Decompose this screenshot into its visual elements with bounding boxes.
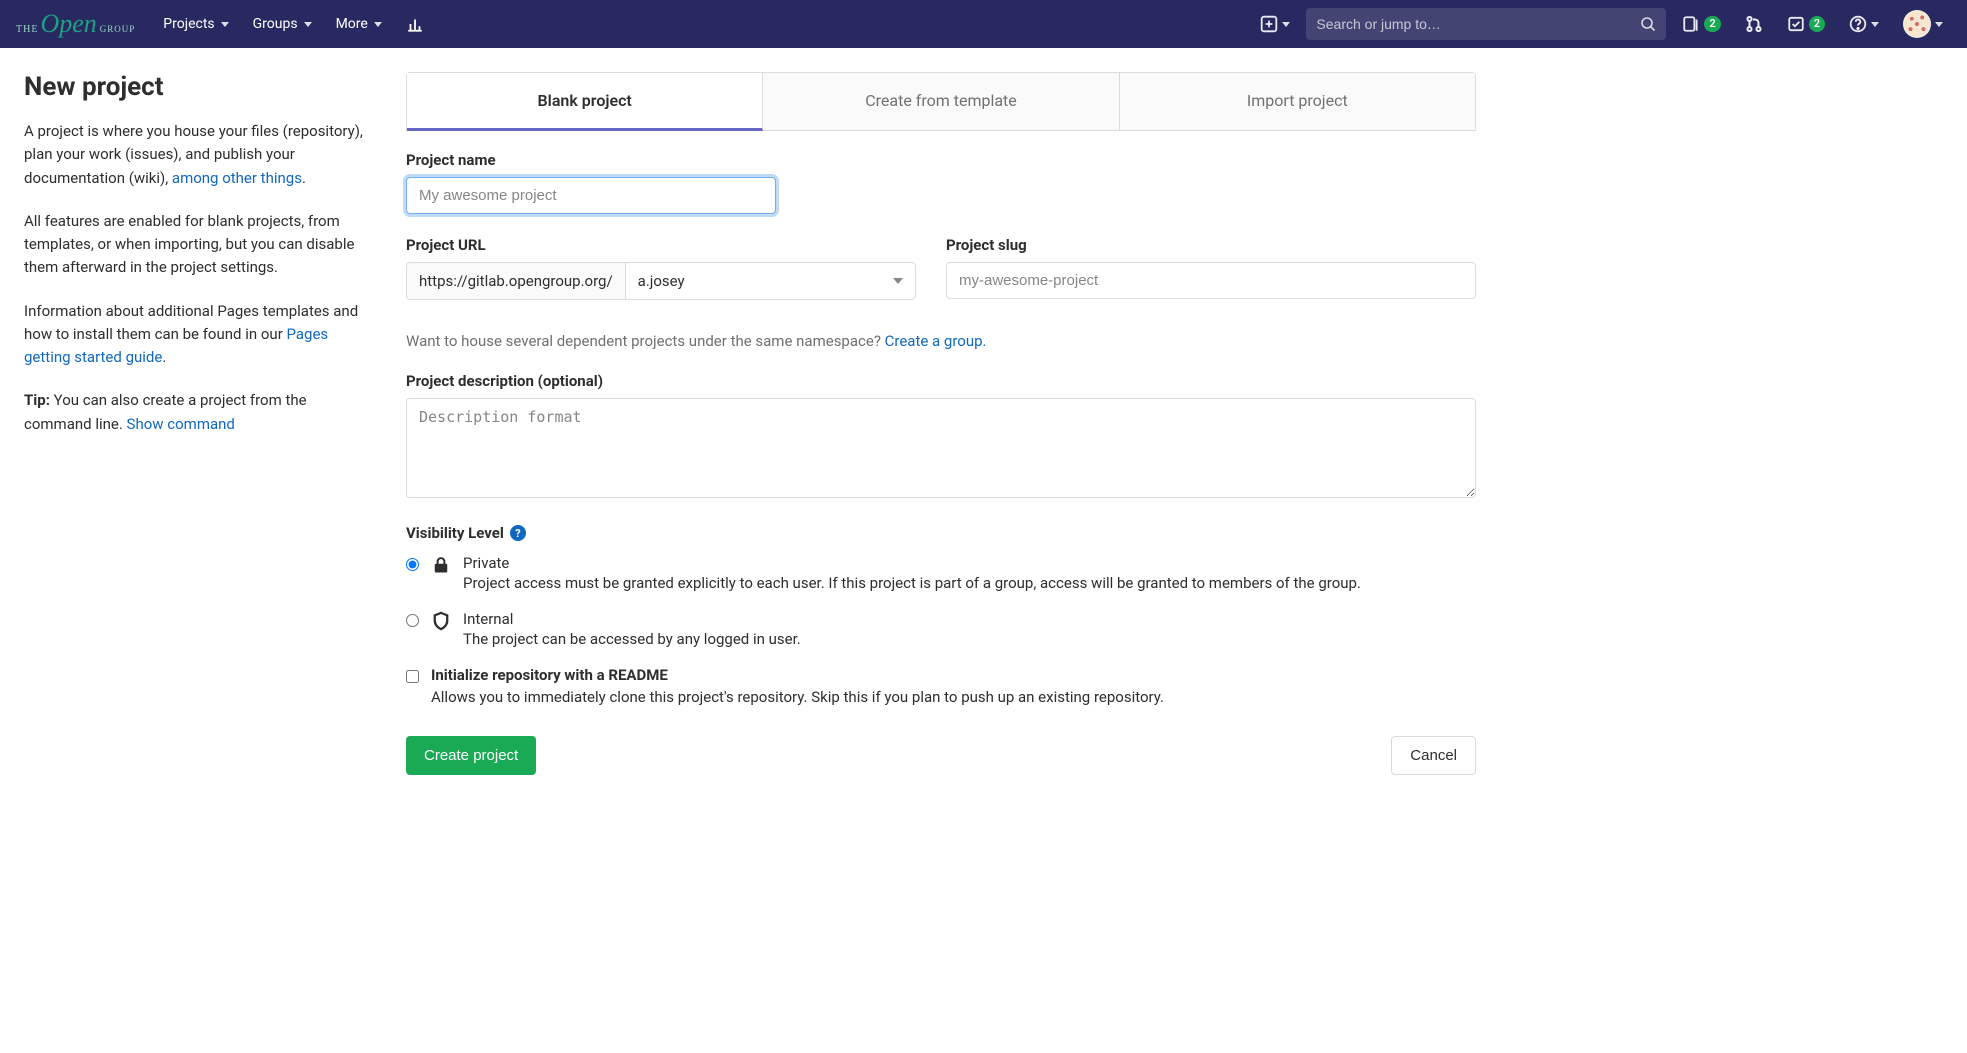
nav-projects-label: Projects (163, 16, 214, 32)
help-icon[interactable]: ? (510, 525, 526, 541)
readme-label: Initialize repository with a README (431, 666, 1164, 684)
description-input[interactable] (406, 398, 1476, 498)
new-project-form: Project name Project URL https://gitlab.… (406, 131, 1476, 775)
nav-projects[interactable]: Projects (153, 8, 238, 40)
primary-nav: Projects Groups More (153, 7, 434, 41)
form-actions: Create project Cancel (406, 736, 1476, 775)
field-description: Project description (optional) (406, 372, 1476, 502)
create-project-button[interactable]: Create project (406, 736, 536, 775)
nav-help[interactable] (1841, 9, 1887, 39)
chevron-down-icon (1282, 22, 1290, 27)
project-url-base: https://gitlab.opengroup.org/ (406, 262, 625, 300)
nav-groups[interactable]: Groups (243, 8, 322, 40)
user-menu[interactable] (1895, 4, 1951, 44)
nav-issues[interactable]: 2 (1674, 9, 1728, 39)
nav-activity[interactable] (396, 7, 434, 41)
project-slug-label: Project slug (946, 236, 1476, 254)
link-among-other-things[interactable]: among other things (172, 169, 302, 187)
help-icon (1849, 15, 1867, 33)
nav-merge-requests[interactable] (1737, 9, 1771, 39)
tab-import-project[interactable]: Import project (1120, 73, 1475, 130)
new-dropdown[interactable] (1252, 9, 1298, 39)
page-body: New project A project is where you house… (0, 48, 1500, 815)
plus-icon (1260, 15, 1278, 33)
chevron-down-icon (1935, 22, 1943, 27)
project-url-label: Project URL (406, 236, 916, 254)
tip-paragraph: Tip: You can also create a project from … (24, 389, 374, 436)
intro-paragraph-1: A project is where you house your files … (24, 120, 374, 190)
url-slug-row: Project URL https://gitlab.opengroup.org… (406, 236, 1476, 322)
visibility-radio-private[interactable] (406, 558, 419, 571)
tab-blank-project[interactable]: Blank project (407, 73, 763, 131)
chevron-down-icon (1871, 22, 1879, 27)
description-label: Project description (optional) (406, 372, 1476, 390)
visibility-internal-label: Internal (463, 610, 801, 628)
issues-icon (1682, 15, 1700, 33)
cancel-button[interactable]: Cancel (1391, 736, 1476, 775)
project-slug-input[interactable] (946, 262, 1476, 299)
visibility-label: Visibility Level (406, 524, 504, 542)
namespace-hint: Want to house several dependent projects… (406, 332, 1476, 350)
top-navbar: THE Open GROUP Projects Groups More (0, 0, 1967, 48)
nav-todos[interactable]: 2 (1779, 9, 1833, 39)
field-project-slug: Project slug (946, 236, 1476, 300)
nav-more-label: More (336, 16, 368, 32)
logo-group: GROUP (100, 24, 136, 34)
visibility-option-internal[interactable]: Internal The project can be accessed by … (406, 610, 1476, 648)
chevron-down-icon (221, 22, 229, 27)
field-project-url: Project URL https://gitlab.opengroup.org… (406, 236, 916, 300)
project-type-tabs: Blank project Create from template Impor… (406, 72, 1476, 131)
lock-icon (431, 555, 451, 575)
shield-icon (431, 611, 451, 631)
visibility-internal-desc: The project can be accessed by any logge… (463, 630, 801, 648)
readme-desc: Allows you to immediately clone this pro… (431, 688, 1164, 706)
merge-request-icon (1745, 15, 1763, 33)
readme-option[interactable]: Initialize repository with a README Allo… (406, 666, 1476, 706)
namespace-selected: a.josey (638, 272, 685, 290)
field-project-name: Project name (406, 151, 776, 214)
visibility-private-label: Private (463, 554, 1361, 572)
link-show-command[interactable]: Show command (127, 415, 235, 433)
tip-label: Tip: (24, 391, 50, 409)
avatar (1903, 10, 1931, 38)
issues-badge: 2 (1704, 16, 1720, 32)
chevron-down-icon (893, 278, 903, 284)
main-panel: Blank project Create from template Impor… (406, 72, 1476, 775)
todos-icon (1787, 15, 1805, 33)
visibility-private-desc: Project access must be granted explicitl… (463, 574, 1361, 592)
global-search[interactable] (1306, 8, 1666, 40)
logo-open: Open (40, 9, 96, 39)
field-visibility: Visibility Level ? Private Project acces… (406, 524, 1476, 706)
chart-icon (406, 15, 424, 33)
brand-logo[interactable]: THE Open GROUP (16, 9, 135, 39)
chevron-down-icon (374, 22, 382, 27)
readme-checkbox[interactable] (406, 670, 419, 683)
search-input[interactable] (1316, 16, 1640, 32)
todos-badge: 2 (1809, 16, 1825, 32)
nav-groups-label: Groups (253, 16, 298, 32)
intro-paragraph-3: Information about additional Pages templ… (24, 300, 374, 370)
intro-paragraph-2: All features are enabled for blank proje… (24, 210, 374, 280)
tab-create-from-template[interactable]: Create from template (763, 73, 1119, 130)
namespace-select[interactable]: a.josey (625, 262, 916, 300)
search-icon (1640, 16, 1656, 32)
nav-more[interactable]: More (326, 8, 392, 40)
chevron-down-icon (304, 22, 312, 27)
link-create-group[interactable]: Create a group. (885, 332, 987, 350)
visibility-option-private[interactable]: Private Project access must be granted e… (406, 554, 1476, 592)
project-name-input[interactable] (406, 177, 776, 214)
left-description: New project A project is where you house… (24, 72, 374, 775)
page-title: New project (24, 72, 374, 102)
logo-the: THE (16, 24, 38, 35)
visibility-radio-internal[interactable] (406, 614, 419, 627)
project-name-label: Project name (406, 151, 776, 169)
